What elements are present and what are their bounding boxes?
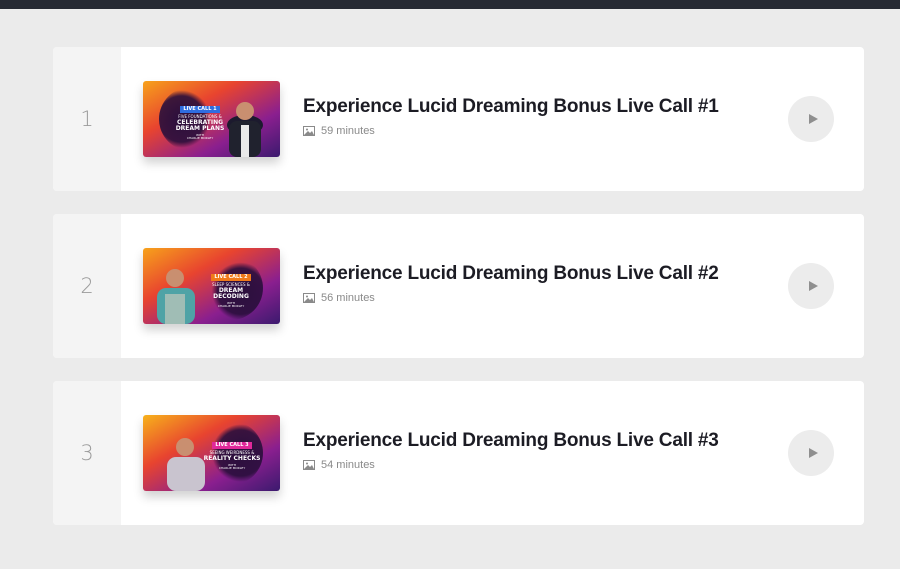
play-button[interactable] — [788, 96, 834, 142]
thumbnail-line3: DECODING — [213, 293, 249, 300]
lesson-duration: 54 minutes — [321, 459, 375, 471]
host-portrait — [166, 269, 184, 287]
lesson-body: LIVE CALL 1 FIVE FOUNDATIONS & CELEBRATI… — [121, 47, 864, 191]
image-icon — [303, 293, 315, 303]
lesson-thumbnail[interactable]: LIVE CALL 1 FIVE FOUNDATIONS & CELEBRATI… — [143, 81, 280, 157]
thumbnail-host: CHARLIE MORLEY — [218, 466, 246, 470]
play-icon — [808, 114, 818, 124]
lesson-card[interactable]: 2 LIVE CALL 2 SLEEP SCIENCES & DREAM DEC… — [53, 214, 864, 358]
lesson-duration: 59 minutes — [321, 125, 375, 137]
thumbnail-host: CHARLIE MORLEY — [217, 304, 245, 308]
lesson-meta: 59 minutes — [303, 125, 375, 137]
lesson-number: 3 — [53, 381, 121, 525]
lesson-card[interactable]: 1 LIVE CALL 1 FIVE FOUNDATIONS & CELEBRA… — [53, 47, 864, 191]
play-icon — [808, 448, 818, 458]
lesson-body: LIVE CALL 2 SLEEP SCIENCES & DREAM DECOD… — [121, 214, 864, 358]
thumbnail-tag: LIVE CALL 2 — [211, 274, 251, 281]
thumbnail-line3: DREAM PLANS — [175, 125, 225, 132]
lesson-thumbnail[interactable]: LIVE CALL 3 SEEING WEIRDNESS & REALITY C… — [143, 415, 280, 491]
host-portrait — [236, 102, 254, 120]
lesson-title[interactable]: Experience Lucid Dreaming Bonus Live Cal… — [303, 96, 719, 118]
lesson-duration: 56 minutes — [321, 292, 375, 304]
thumbnail-tag: LIVE CALL 3 — [212, 442, 252, 449]
lesson-number: 1 — [53, 47, 121, 191]
host-portrait — [176, 438, 194, 456]
lesson-card[interactable]: 3 LIVE CALL 3 SEEING WEIRDNESS & REALITY… — [53, 381, 864, 525]
lesson-title[interactable]: Experience Lucid Dreaming Bonus Live Cal… — [303, 263, 719, 285]
play-button[interactable] — [788, 430, 834, 476]
lesson-title[interactable]: Experience Lucid Dreaming Bonus Live Cal… — [303, 430, 719, 452]
thumbnail-host: CHARLIE MORLEY — [186, 136, 214, 140]
play-button[interactable] — [788, 263, 834, 309]
image-icon — [303, 126, 315, 136]
image-icon — [303, 460, 315, 470]
lesson-body: LIVE CALL 3 SEEING WEIRDNESS & REALITY C… — [121, 381, 864, 525]
lesson-list: 1 LIVE CALL 1 FIVE FOUNDATIONS & CELEBRA… — [53, 47, 864, 548]
lesson-meta: 54 minutes — [303, 459, 375, 471]
thumbnail-tag: LIVE CALL 1 — [180, 106, 220, 113]
top-bar — [0, 0, 900, 9]
play-icon — [808, 281, 818, 291]
lesson-meta: 56 minutes — [303, 292, 375, 304]
thumbnail-line2: REALITY CHECKS — [203, 455, 261, 462]
lesson-number: 2 — [53, 214, 121, 358]
lesson-thumbnail[interactable]: LIVE CALL 2 SLEEP SCIENCES & DREAM DECOD… — [143, 248, 280, 324]
